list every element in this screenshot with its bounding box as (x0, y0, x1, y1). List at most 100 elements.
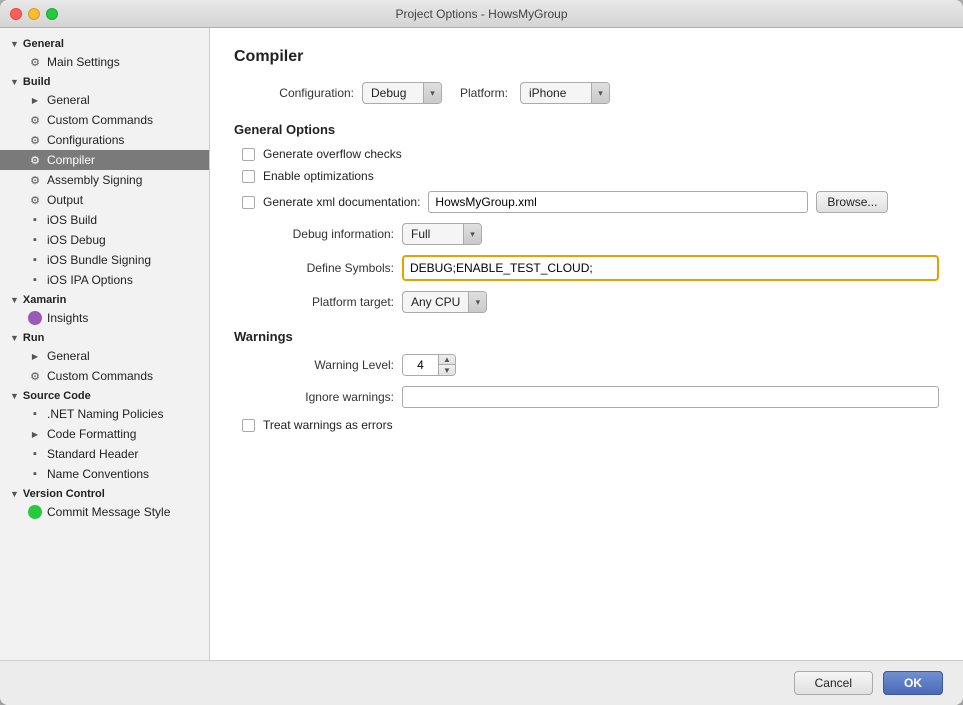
checkbox-overflow[interactable] (242, 148, 255, 161)
cancel-button[interactable]: Cancel (794, 671, 873, 695)
sidebar-item-assembly-signing[interactable]: Assembly Signing (0, 170, 209, 190)
traffic-lights (10, 8, 58, 20)
debug-information-dropdown-arrow[interactable]: ▾ (463, 223, 481, 245)
define-symbols-input[interactable] (402, 255, 939, 281)
box-icon (28, 234, 42, 246)
stepper-up-button[interactable]: ▲ (439, 354, 455, 365)
arrow-icon: ▼ (10, 295, 19, 305)
sidebar-section-version-control[interactable]: ▼ Version Control (0, 484, 209, 502)
stepper-buttons: ▲ ▼ (439, 354, 455, 376)
checkbox-treat-warnings[interactable] (242, 419, 255, 432)
checkbox-optimizations[interactable] (242, 170, 255, 183)
sidebar-item-ios-debug-label: iOS Debug (47, 233, 106, 247)
treat-warnings-label: Treat warnings as errors (263, 418, 393, 432)
title-bar: Project Options - HowsMyGroup (0, 0, 963, 28)
sidebar-section-version-control-label: Version Control (23, 488, 105, 500)
ok-button[interactable]: OK (883, 671, 943, 695)
main-content: Compiler Configuration: Debug ▾ Platform… (210, 28, 963, 660)
sidebar-item-code-formatting[interactable]: Code Formatting (0, 424, 209, 444)
debug-information-dropdown[interactable]: Full ▾ (402, 223, 482, 245)
sidebar-item-output[interactable]: Output (0, 190, 209, 210)
arrow-icon: ▼ (10, 489, 19, 499)
sidebar-item-insights[interactable]: Insights (0, 308, 209, 328)
sidebar-item-run-general[interactable]: General (0, 346, 209, 366)
platform-value: iPhone (521, 86, 591, 100)
sidebar-item-configurations-label: Configurations (47, 133, 124, 147)
debug-information-row: Debug information: Full ▾ (234, 223, 939, 245)
stepper-down-button[interactable]: ▼ (439, 365, 455, 376)
warning-level-stepper[interactable]: ▲ ▼ (402, 354, 456, 376)
warning-level-input[interactable] (403, 355, 439, 375)
gear-icon (28, 154, 42, 167)
platform-target-dropdown[interactable]: Any CPU ▾ (402, 291, 487, 313)
sidebar-item-ios-ipa-options[interactable]: iOS IPA Options (0, 270, 209, 290)
xml-doc-input[interactable] (428, 191, 808, 213)
platform-target-row: Platform target: Any CPU ▾ (234, 291, 939, 313)
arrow-right-icon (28, 428, 42, 440)
platform-target-dropdown-arrow[interactable]: ▾ (468, 291, 486, 313)
sidebar-item-ios-ipa-options-label: iOS IPA Options (47, 273, 133, 287)
footer: Cancel OK (0, 660, 963, 705)
checkbox-overflow-label: Generate overflow checks (263, 147, 402, 161)
sidebar-item-name-conventions-label: Name Conventions (47, 467, 149, 481)
checkbox-row-overflow: Generate overflow checks (234, 147, 939, 161)
configuration-value: Debug (363, 86, 423, 100)
arrow-icon: ▼ (10, 391, 19, 401)
debug-information-value: Full (403, 227, 463, 241)
ignore-warnings-label: Ignore warnings: (234, 390, 394, 404)
close-button[interactable] (10, 8, 22, 20)
platform-dropdown-arrow[interactable]: ▾ (591, 82, 609, 104)
sidebar-section-source-code[interactable]: ▼ Source Code (0, 386, 209, 404)
minimize-button[interactable] (28, 8, 40, 20)
sidebar-item-build-general[interactable]: General (0, 90, 209, 110)
sidebar-item-standard-header[interactable]: Standard Header (0, 444, 209, 464)
sidebar-section-general[interactable]: ▼ General (0, 34, 209, 52)
sidebar-item-ios-build[interactable]: iOS Build (0, 210, 209, 230)
gear-icon (28, 56, 42, 69)
box-icon (28, 408, 42, 420)
sidebar-item-run-custom-commands[interactable]: Custom Commands (0, 366, 209, 386)
configuration-dropdown[interactable]: Debug ▾ (362, 82, 442, 104)
arrow-right-icon (28, 94, 42, 106)
gear-icon (28, 114, 42, 127)
define-symbols-row: Define Symbols: (234, 255, 939, 281)
gear-icon (28, 174, 42, 187)
define-symbols-label: Define Symbols: (234, 261, 394, 275)
sidebar-item-net-naming-policies[interactable]: .NET Naming Policies (0, 404, 209, 424)
platform-dropdown[interactable]: iPhone ▾ (520, 82, 610, 104)
sidebar-item-net-naming-policies-label: .NET Naming Policies (47, 407, 163, 421)
warning-level-label: Warning Level: (234, 358, 394, 372)
sidebar-item-ios-debug[interactable]: iOS Debug (0, 230, 209, 250)
checkbox-xml-docs[interactable] (242, 196, 255, 209)
sidebar-item-run-general-label: General (47, 349, 90, 363)
warnings-title: Warnings (234, 329, 939, 344)
sidebar-section-build-label: Build (23, 76, 51, 88)
window-title: Project Options - HowsMyGroup (395, 7, 567, 21)
sidebar-item-code-formatting-label: Code Formatting (47, 427, 136, 441)
sidebar-item-configurations[interactable]: Configurations (0, 130, 209, 150)
sidebar-section-build[interactable]: ▼ Build (0, 72, 209, 90)
sidebar-item-commit-message-style-label: Commit Message Style (47, 505, 170, 519)
platform-label: Platform: (460, 86, 508, 100)
sidebar-section-xamarin[interactable]: ▼ Xamarin (0, 290, 209, 308)
sidebar-section-run-label: Run (23, 332, 44, 344)
sidebar-item-compiler-label: Compiler (47, 153, 95, 167)
dot-green-icon (28, 505, 42, 519)
sidebar-item-name-conventions[interactable]: Name Conventions (0, 464, 209, 484)
browse-button[interactable]: Browse... (816, 191, 888, 213)
sidebar-item-assembly-signing-label: Assembly Signing (47, 173, 142, 187)
sidebar-item-ios-bundle-signing[interactable]: iOS Bundle Signing (0, 250, 209, 270)
sidebar-item-standard-header-label: Standard Header (47, 447, 138, 461)
sidebar-item-main-settings[interactable]: Main Settings (0, 52, 209, 72)
ignore-warnings-input[interactable] (402, 386, 939, 408)
configuration-dropdown-arrow[interactable]: ▾ (423, 82, 441, 104)
sidebar-section-run[interactable]: ▼ Run (0, 328, 209, 346)
debug-information-label: Debug information: (234, 227, 394, 241)
ignore-warnings-row: Ignore warnings: (234, 386, 939, 408)
config-platform-row: Configuration: Debug ▾ Platform: iPhone … (234, 82, 939, 104)
sidebar-item-commit-message-style[interactable]: Commit Message Style (0, 502, 209, 522)
sidebar-item-custom-commands[interactable]: Custom Commands (0, 110, 209, 130)
maximize-button[interactable] (46, 8, 58, 20)
sidebar-item-compiler[interactable]: Compiler (0, 150, 209, 170)
sidebar-section-general-label: General (23, 38, 64, 50)
